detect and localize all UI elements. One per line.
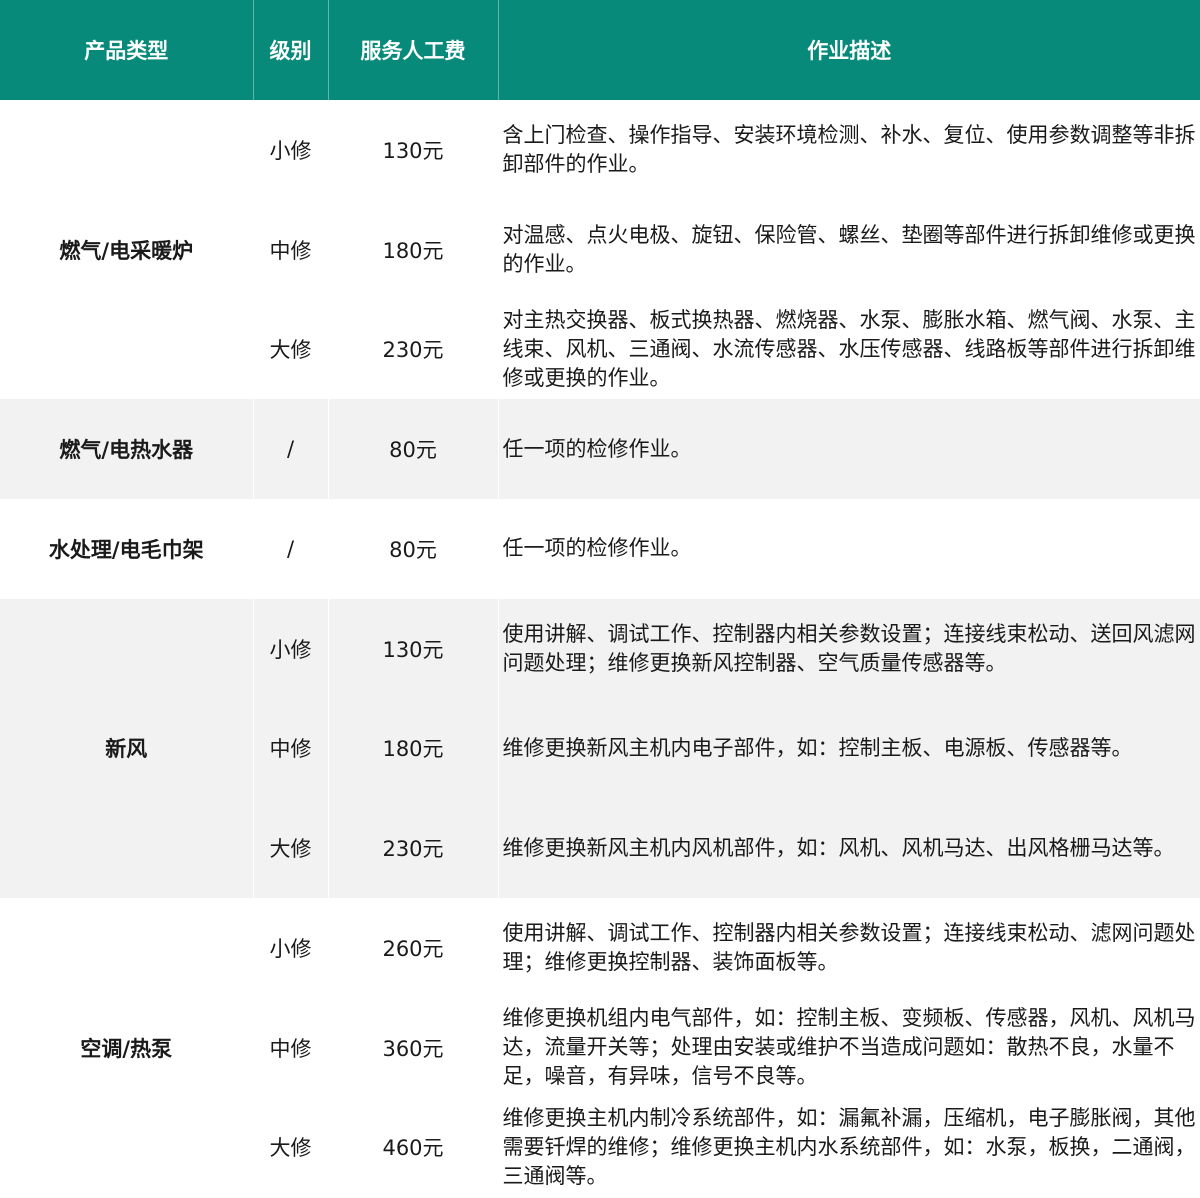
level-cell: 小修 [253,898,329,998]
level-cell: 小修 [253,100,329,200]
description-cell: 维修更换新风主机内电子部件，如：控制主板、电源板、传感器等。 [498,698,1200,799]
header-level: 级别 [253,0,329,100]
product-cell: 燃气/电热水器 [0,399,254,499]
description-cell: 任一项的检修作业。 [498,399,1200,499]
table-header: 产品类型 级别 服务人工费 作业描述 [0,0,1200,100]
fee-cell: 180元 [328,199,499,300]
group-fresh-air: 新风 小修 130元 使用讲解、调试工作、控制器内相关参数设置；连接线束松动、送… [0,598,1200,898]
level-cell: 中修 [253,199,329,300]
level-cell: / [253,499,329,599]
group-heating-boiler: 燃气/电采暖炉 小修 130元 含上门检查、操作指导、安装环境检测、补水、复位、… [0,100,1200,400]
description-cell: 任一项的检修作业。 [498,499,1200,599]
group-ac-heat-pump: 空调/热泵 小修 260元 使用讲解、调试工作、控制器内相关参数设置；连接线束松… [0,898,1200,1198]
description-cell: 维修更换主机内制冷系统部件，如：漏氟补漏，压缩机，电子膨胀阀，其他需要钎焊的维修… [498,1097,1200,1198]
fee-cell: 230元 [328,299,499,400]
header-row: 产品类型 级别 服务人工费 作业描述 [0,0,1200,100]
level-cell: 大修 [253,798,329,898]
product-cell: 燃气/电采暖炉 [0,100,254,400]
fee-cell: 130元 [328,100,499,200]
header-product-type: 产品类型 [0,0,254,100]
table-row: 燃气/电采暖炉 小修 130元 含上门检查、操作指导、安装环境检测、补水、复位、… [0,100,1200,400]
level-cell: / [253,399,329,499]
table-row: 新风 小修 130元 使用讲解、调试工作、控制器内相关参数设置；连接线束松动、送… [0,598,1200,898]
product-cell: 空调/热泵 [0,898,254,1198]
level-cell: 大修 [253,299,329,400]
header-fee: 服务人工费 [328,0,499,100]
product-cell: 水处理/电毛巾架 [0,499,254,599]
description-cell: 对温感、点火电极、旋钮、保险管、螺丝、垫圈等部件进行拆卸维修或更换的作业。 [498,199,1200,300]
level-cell: 中修 [253,698,329,799]
fee-cell: 230元 [328,798,499,898]
table-row: 燃气/电热水器 / 80元 任一项的检修作业。 [0,399,1200,499]
description-cell: 含上门检查、操作指导、安装环境检测、补水、复位、使用参数调整等非拆卸部件的作业。 [498,100,1200,200]
description-cell: 维修更换新风主机内风机部件，如：风机、风机马达、出风格栅马达等。 [498,798,1200,898]
table-row: 水处理/电毛巾架 / 80元 任一项的检修作业。 [0,499,1200,599]
fee-cell: 130元 [328,598,499,699]
level-cell: 中修 [253,997,329,1098]
description-cell: 使用讲解、调试工作、控制器内相关参数设置；连接线束松动、滤网问题处理；维修更换控… [498,898,1200,998]
description-cell: 使用讲解、调试工作、控制器内相关参数设置；连接线束松动、送回风滤网问题处理；维修… [498,598,1200,699]
product-cell: 新风 [0,598,254,898]
fee-cell: 460元 [328,1097,499,1198]
group-water-treatment: 水处理/电毛巾架 / 80元 任一项的检修作业。 [0,499,1200,599]
description-cell: 对主热交换器、板式换热器、燃烧器、水泵、膨胀水箱、燃气阀、水泵、主线束、风机、三… [498,299,1200,400]
description-cell: 维修更换机组内电气部件，如：控制主板、变频板、传感器，风机、风机马达，流量开关等… [498,997,1200,1098]
level-cell: 大修 [253,1097,329,1198]
fee-cell: 180元 [328,698,499,799]
group-water-heater: 燃气/电热水器 / 80元 任一项的检修作业。 [0,399,1200,499]
fee-cell: 80元 [328,399,499,499]
level-cell: 小修 [253,598,329,699]
table-row: 空调/热泵 小修 260元 使用讲解、调试工作、控制器内相关参数设置；连接线束松… [0,898,1200,1198]
fee-cell: 260元 [328,898,499,998]
fee-cell: 80元 [328,499,499,599]
service-fee-table: 产品类型 级别 服务人工费 作业描述 燃气/电采暖炉 小修 130元 含上门检查… [0,0,1200,1198]
fee-cell: 360元 [328,997,499,1098]
header-description: 作业描述 [498,0,1200,100]
